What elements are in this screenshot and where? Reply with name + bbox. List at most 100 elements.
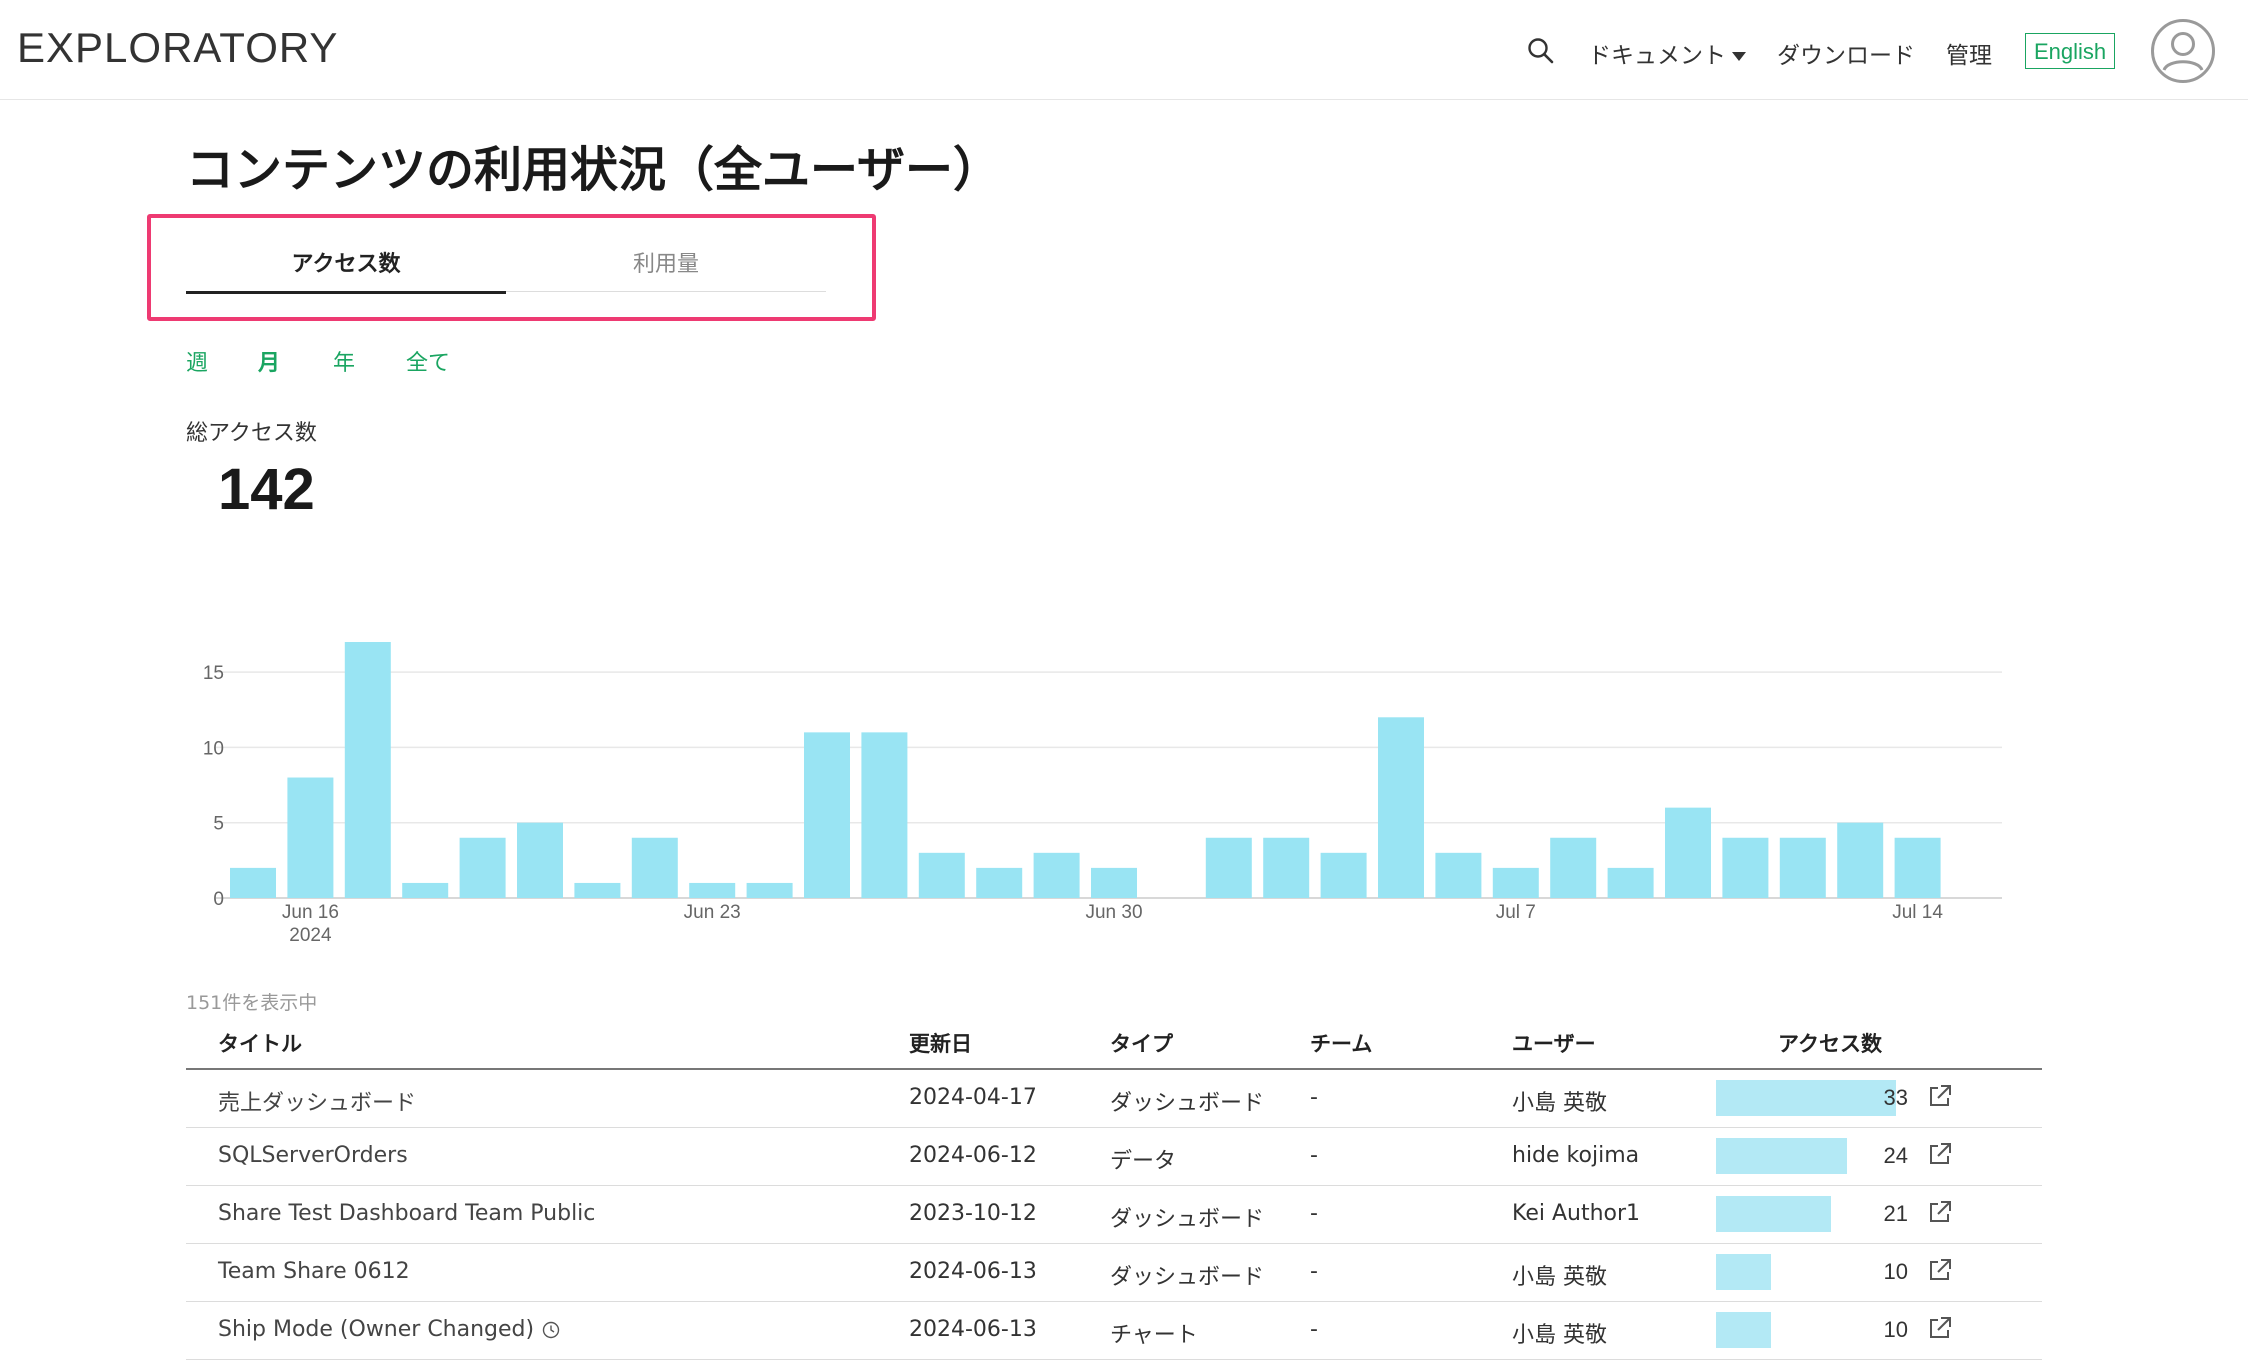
row-user-text: 小島 英敬 [1512, 1323, 1607, 1348]
nav-documents-menu[interactable]: ドキュメント [1588, 36, 1746, 70]
chart-bar [1550, 837, 1597, 898]
tab-usage[interactable]: 利用量 [506, 246, 826, 278]
chart-bar [1033, 852, 1080, 898]
row-title[interactable]: SQLServerOrders [218, 1143, 408, 1168]
page-title: コンテンツの利用状況（全ユーザー） [186, 142, 1002, 198]
chart-bar [459, 837, 506, 898]
chart-bar [861, 732, 908, 898]
active-tab-underline [186, 291, 506, 294]
search-icon[interactable] [1526, 36, 1556, 66]
chart-bar [1378, 717, 1424, 898]
row-type: ダッシュボード [1110, 1259, 1264, 1291]
header-type[interactable]: タイプ [1110, 1028, 1173, 1058]
chart-bar [631, 837, 678, 898]
row-type-text: チャート [1110, 1323, 1198, 1348]
row-team-text: - [1310, 1259, 1318, 1284]
external-link-icon[interactable] [1926, 1256, 1954, 1284]
content-table: タイトル 更新日 タイプ チーム ユーザー アクセス数 売上ダッシュボード 202… [186, 1018, 2042, 1360]
x-tick-label: Jul 14 [1892, 902, 1943, 923]
x-tick-label: Jul 7 [1496, 902, 1536, 923]
row-title[interactable]: Share Test Dashboard Team Public [218, 1201, 595, 1226]
chart-bar [574, 882, 621, 898]
row-updated-text: 2024-06-13 [909, 1259, 1037, 1284]
chart-bar [1665, 807, 1711, 898]
access-bar [1716, 1138, 1847, 1174]
header-team[interactable]: チーム [1310, 1028, 1372, 1058]
caret-down-icon [1732, 52, 1746, 61]
external-link-icon[interactable] [1926, 1082, 1954, 1110]
chart-bar [1435, 852, 1482, 898]
row-type: ダッシュボード [1110, 1085, 1264, 1117]
language-toggle-button[interactable]: English [2025, 33, 2116, 69]
row-user-text: Kei Author1 [1512, 1201, 1641, 1226]
row-team-text: - [1310, 1143, 1318, 1168]
row-title-text: 売上ダッシュボード [218, 1091, 417, 1116]
row-team: - [1310, 1085, 1318, 1110]
access-bar [1716, 1312, 1771, 1348]
external-link-icon[interactable] [1926, 1140, 1954, 1168]
row-team: - [1310, 1259, 1318, 1284]
app-logo[interactable]: EXPLORATORY [17, 24, 338, 72]
row-user-text: hide kojima [1512, 1143, 1640, 1168]
external-link-icon[interactable] [1926, 1198, 1954, 1226]
row-updated: 2024-06-13 [909, 1259, 1037, 1284]
row-type-text: データ [1110, 1149, 1177, 1174]
y-tick-label: 10 [203, 738, 224, 759]
chart-bar [1607, 867, 1654, 898]
table-row[interactable]: Share Test Dashboard Team Public 2023-10-… [186, 1186, 2042, 1244]
chart-bar [1263, 837, 1310, 898]
row-title-text: Team Share 0612 [218, 1259, 410, 1284]
row-title-text: SQLServerOrders [218, 1143, 408, 1168]
nav-admin-link[interactable]: 管理 [1946, 36, 1992, 70]
period-month-link[interactable]: 月 [258, 345, 280, 377]
user-avatar-icon[interactable] [2150, 18, 2216, 84]
x-tick-label: Jun 23 [684, 902, 741, 923]
row-user-text: 小島 英敬 [1512, 1091, 1607, 1116]
chart-bar [287, 777, 334, 898]
header-access-count[interactable]: アクセス数 [1778, 1028, 1882, 1058]
row-title-text: Ship Mode (Owner Changed) [218, 1317, 535, 1342]
chart-bar [1837, 822, 1884, 898]
result-count-label: 151件を表示中 [186, 992, 318, 1014]
header-updated[interactable]: 更新日 [909, 1028, 972, 1058]
chart-bar [1205, 837, 1252, 898]
header-title[interactable]: タイトル [218, 1028, 302, 1058]
row-team-text: - [1310, 1317, 1318, 1342]
row-team: - [1310, 1143, 1318, 1168]
chart-bar [402, 882, 449, 898]
row-user: 小島 英敬 [1512, 1317, 1607, 1349]
row-type: ダッシュボード [1110, 1201, 1264, 1233]
total-access-label: 総アクセス数 [186, 421, 317, 446]
row-title[interactable]: Ship Mode (Owner Changed) [218, 1317, 560, 1342]
table-row[interactable]: SQLServerOrders 2024-06-12 データ - hide kojima… [186, 1128, 2042, 1186]
nav-download-link[interactable]: ダウンロード [1777, 36, 1915, 70]
row-type-text: ダッシュボード [1110, 1207, 1265, 1232]
x-tick-label: Jun 16 [282, 902, 339, 923]
row-updated-text: 2024-04-17 [909, 1085, 1037, 1110]
row-title[interactable]: 売上ダッシュボード [218, 1085, 416, 1117]
row-user-text: 小島 英敬 [1512, 1265, 1607, 1290]
x-tick-year-label: 2024 [289, 925, 332, 946]
chart-bar [918, 852, 965, 898]
period-all-link[interactable]: 全て [406, 345, 450, 377]
row-type-text: ダッシュボード [1110, 1265, 1265, 1290]
table-body: 売上ダッシュボード 2024-04-17 ダッシュボード - 小島 英敬 33 SQLSer… [186, 1070, 2042, 1360]
row-access-count: 33 [1883, 1085, 1908, 1110]
table-row[interactable]: Ship Mode (Owner Changed) 2024-06-13 チャート -… [186, 1302, 2042, 1360]
tab-access-count[interactable]: アクセス数 [186, 246, 506, 278]
header-user[interactable]: ユーザー [1512, 1028, 1596, 1058]
y-tick-label: 0 [213, 889, 224, 910]
period-year-link[interactable]: 年 [333, 345, 355, 377]
chart-bar [1894, 837, 1941, 898]
chart-bar [1091, 867, 1137, 898]
chart-bar [689, 882, 736, 898]
period-week-link[interactable]: 週 [186, 345, 208, 377]
chart-bar [1722, 837, 1769, 898]
external-link-icon[interactable] [1926, 1314, 1954, 1342]
table-row[interactable]: 売上ダッシュボード 2024-04-17 ダッシュボード - 小島 英敬 33 [186, 1070, 2042, 1128]
table-row[interactable]: Team Share 0612 2024-06-13 ダッシュボード - 小島 英敬 10 [186, 1244, 2042, 1302]
row-title[interactable]: Team Share 0612 [218, 1259, 410, 1284]
clock-icon [542, 1321, 560, 1339]
chart-bar [230, 867, 276, 898]
chart-bar [804, 732, 850, 898]
